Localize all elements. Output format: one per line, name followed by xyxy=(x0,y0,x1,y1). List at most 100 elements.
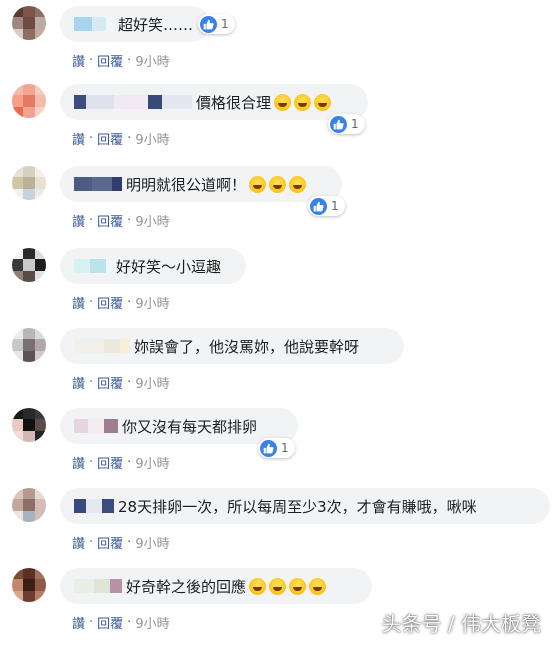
commenter-name[interactable] xyxy=(74,579,122,593)
like-link[interactable]: 讚 xyxy=(72,211,85,230)
comment-actions: 讚 · 回覆 · 9小時 xyxy=(72,293,170,312)
comment-actions: 讚 · 回覆 · 9小時 xyxy=(72,453,170,472)
like-link[interactable]: 讚 xyxy=(72,293,85,312)
laughing-emoji-icon xyxy=(249,175,267,193)
reply-link[interactable]: 回覆 xyxy=(97,613,123,632)
like-link[interactable]: 讚 xyxy=(72,129,85,148)
comment-bubble: 妳誤會了，他沒罵妳，他說要幹呀 xyxy=(60,328,404,364)
avatar[interactable] xyxy=(12,248,46,282)
like-link[interactable]: 讚 xyxy=(72,453,85,472)
reaction-count-badge[interactable]: 1 xyxy=(258,438,295,458)
timestamp[interactable]: 9小時 xyxy=(135,293,169,312)
comment-bubble: 價格很合理 xyxy=(60,84,368,120)
comment: 妳誤會了，他沒罵妳，他說要幹呀 讚 · 回覆 · 9小時 xyxy=(0,328,555,408)
commenter-name[interactable] xyxy=(74,177,122,191)
commenter-name[interactable] xyxy=(74,17,114,31)
comment: 好好笑～小逗趣 讚 · 回覆 · 9小時 xyxy=(0,248,555,328)
reaction-count-badge[interactable]: 1 xyxy=(328,114,365,134)
timestamp[interactable]: 9小時 xyxy=(135,453,169,472)
comment-bubble: 好奇幹之後的回應 xyxy=(60,568,372,604)
laughing-emoji-icon xyxy=(289,175,307,193)
comment-bubble: 明明就很公道啊！ xyxy=(60,166,342,202)
comment-bubble: 好好笑～小逗趣 xyxy=(60,248,246,284)
reply-link[interactable]: 回覆 xyxy=(97,129,123,148)
comment-text: 價格很合理 xyxy=(196,93,272,112)
like-count: 1 xyxy=(351,117,359,131)
laughing-emoji-icon xyxy=(274,93,292,111)
like-link[interactable]: 讚 xyxy=(72,373,85,392)
comment-text: 好奇幹之後的回應 xyxy=(126,577,247,596)
comment: 超好笑…… 1 讚 · 回覆 · 9小時 xyxy=(0,6,555,86)
reply-link[interactable]: 回覆 xyxy=(97,453,123,472)
separator: · xyxy=(89,295,94,310)
reply-link[interactable]: 回覆 xyxy=(97,373,123,392)
timestamp[interactable]: 9小時 xyxy=(135,533,169,552)
like-count: 1 xyxy=(331,199,339,213)
laughing-emoji-icon xyxy=(289,577,307,595)
separator: · xyxy=(127,535,132,550)
separator: · xyxy=(89,131,94,146)
comment-text: 妳誤會了，他沒罵妳，他說要幹呀 xyxy=(134,337,360,356)
commenter-name[interactable] xyxy=(74,259,112,273)
commenter-name[interactable] xyxy=(74,419,118,433)
comment-text: 好好笑～小逗趣 xyxy=(116,257,222,276)
separator: · xyxy=(127,615,132,630)
avatar[interactable] xyxy=(12,328,46,362)
comment-text: 明明就很公道啊！ xyxy=(126,175,247,194)
separator: · xyxy=(89,213,94,228)
laughing-emoji-icon xyxy=(249,577,267,595)
commenter-name[interactable] xyxy=(74,339,130,353)
laughing-emoji-icon xyxy=(269,577,287,595)
avatar[interactable] xyxy=(12,84,46,118)
like-count: 1 xyxy=(281,441,289,455)
comment-actions: 讚 · 回覆 · 9小時 xyxy=(72,613,170,632)
avatar[interactable] xyxy=(12,488,46,522)
avatar[interactable] xyxy=(12,408,46,442)
timestamp[interactable]: 9小時 xyxy=(135,129,169,148)
laughing-emoji-icon xyxy=(314,93,332,111)
avatar[interactable] xyxy=(12,6,46,40)
like-link[interactable]: 讚 xyxy=(72,533,85,552)
comment: 價格很合理 1 讚 · 回覆 · 9小時 xyxy=(0,84,555,164)
comment: 明明就很公道啊！ 1 讚 · 回覆 · 9小時 xyxy=(0,166,555,246)
watermark: 头条号 / 伟大板凳 xyxy=(381,612,541,636)
reply-link[interactable]: 回覆 xyxy=(97,293,123,312)
avatar[interactable] xyxy=(12,568,46,602)
reply-link[interactable]: 回覆 xyxy=(97,211,123,230)
commenter-name[interactable] xyxy=(74,95,192,109)
comment-bubble: 28天排卵一次，所以每周至少3次，才會有賺哦，啾咪 xyxy=(60,488,550,524)
comment-actions: 讚 · 回覆 · 9小時 xyxy=(72,129,170,148)
comment-bubble: 超好笑…… xyxy=(60,6,210,42)
separator: · xyxy=(127,213,132,228)
commenter-name[interactable] xyxy=(74,499,114,513)
like-link[interactable]: 讚 xyxy=(72,51,85,70)
laughing-emoji-icon xyxy=(269,175,287,193)
separator: · xyxy=(89,375,94,390)
reply-link[interactable]: 回覆 xyxy=(97,533,123,552)
reaction-count-badge[interactable]: 1 xyxy=(308,196,345,216)
timestamp[interactable]: 9小時 xyxy=(135,373,169,392)
timestamp[interactable]: 9小時 xyxy=(135,613,169,632)
reply-link[interactable]: 回覆 xyxy=(97,51,123,70)
like-link[interactable]: 讚 xyxy=(72,613,85,632)
comment: 28天排卵一次，所以每周至少3次，才會有賺哦，啾咪 讚 · 回覆 · 9小時 xyxy=(0,488,555,568)
comment-text: 你又沒有每天都排卵 xyxy=(122,417,258,436)
timestamp[interactable]: 9小時 xyxy=(135,51,169,70)
separator: · xyxy=(89,535,94,550)
thumbs-up-icon xyxy=(260,439,277,457)
like-count: 1 xyxy=(221,17,229,31)
thumbs-up-icon xyxy=(330,115,347,133)
thumbs-up-icon xyxy=(200,15,217,33)
reaction-count-badge[interactable]: 1 xyxy=(198,14,235,34)
laughing-emoji-icon xyxy=(309,577,327,595)
comment-actions: 讚 · 回覆 · 9小時 xyxy=(72,211,170,230)
separator: · xyxy=(127,375,132,390)
separator: · xyxy=(89,455,94,470)
comment: 你又沒有每天都排卵 1 讚 · 回覆 · 9小時 xyxy=(0,408,555,488)
avatar[interactable] xyxy=(12,166,46,200)
comment-actions: 讚 · 回覆 · 9小時 xyxy=(72,373,170,392)
comment-actions: 讚 · 回覆 · 9小時 xyxy=(72,51,170,70)
laughing-emoji-icon xyxy=(294,93,312,111)
thumbs-up-icon xyxy=(310,197,327,215)
timestamp[interactable]: 9小時 xyxy=(135,211,169,230)
